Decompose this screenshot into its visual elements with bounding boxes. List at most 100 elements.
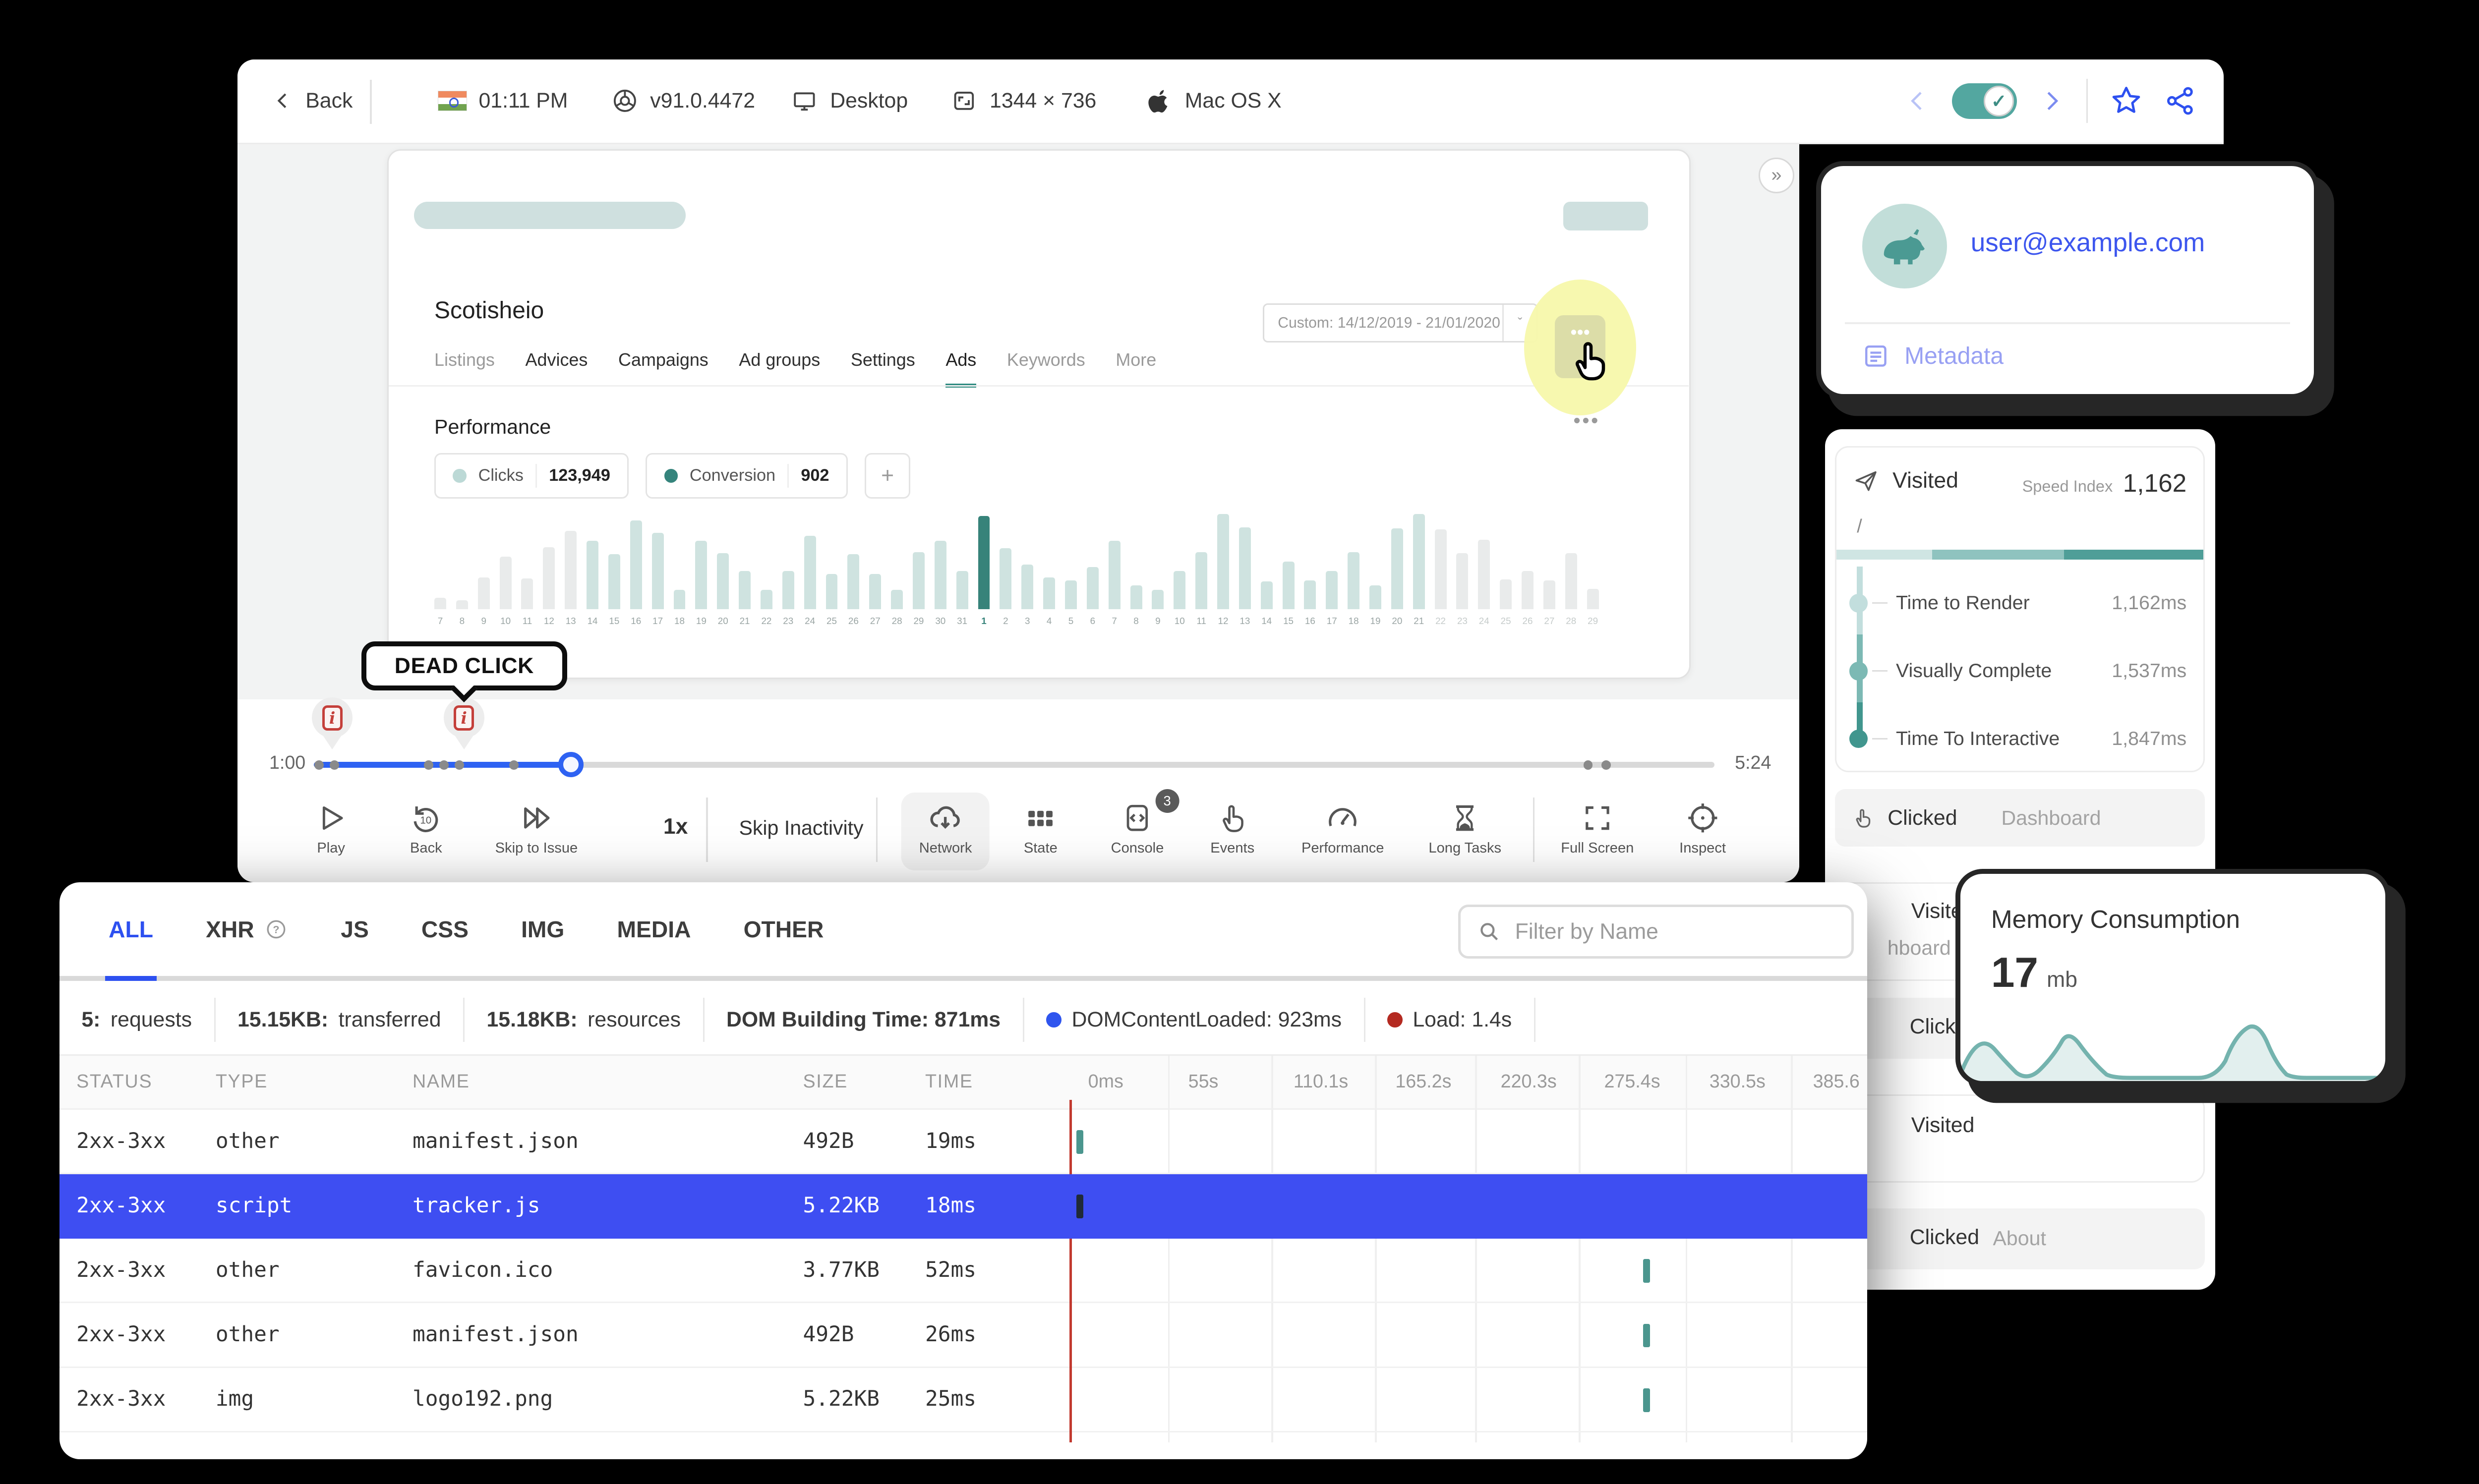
filter-field[interactable]: [1458, 904, 1854, 959]
add-metric-button[interactable]: +: [864, 453, 911, 499]
tool-full-screen-button[interactable]: Full Screen: [1561, 801, 1634, 856]
control-play-button[interactable]: Play: [315, 801, 347, 856]
timeline-track[interactable]: ii: [312, 697, 1715, 778]
network-row[interactable]: 2xx-3xx other manifest.json 492B 26ms: [59, 1303, 1868, 1368]
metric-value: 902: [801, 466, 829, 485]
network-tab-js[interactable]: JS: [337, 882, 372, 976]
control-skip-to-issue-button[interactable]: Skip to Issue: [495, 801, 578, 856]
column-header-name[interactable]: NAME: [413, 1071, 470, 1092]
issue-marker[interactable]: i: [443, 697, 484, 759]
network-row[interactable]: 2xx-3xx script tracker.js 5.22KB 18ms: [59, 1174, 1868, 1239]
timing-dot-icon: [1849, 729, 1868, 748]
tool-performance-button[interactable]: Performance: [1301, 801, 1384, 856]
chart-bar: [1021, 564, 1034, 609]
marker-balloon: i: [443, 697, 484, 739]
browser-tab-settings[interactable]: Settings: [851, 349, 915, 388]
cell-time: 52ms: [925, 1257, 976, 1283]
controls-divider: [1533, 798, 1535, 862]
autoplay-toggle[interactable]: ✓: [1952, 83, 2017, 119]
chart-label: 22: [761, 616, 772, 627]
chart-bar: [1456, 553, 1469, 609]
event-row-clicked[interactable]: Clicked Dashboard: [1835, 789, 2205, 847]
session-locale-time: 01:11 PM: [438, 59, 568, 143]
network-row[interactable]: 2xx-3xx img logo192.png 5.22KB 25ms: [59, 1368, 1868, 1432]
resize-icon: [950, 87, 978, 114]
filter-input[interactable]: [1515, 919, 1834, 944]
chart-label: 9: [481, 616, 486, 627]
network-legend-item: DOMContentLoaded: 923ms: [1024, 998, 1365, 1042]
network-tab-css[interactable]: CSS: [418, 882, 472, 976]
control-back-button[interactable]: 10 Back: [409, 801, 443, 856]
network-row[interactable]: 2xx-3xx other manifest.json 492B 19ms: [59, 1110, 1868, 1175]
chart-bar: [1282, 561, 1295, 609]
column-header-time[interactable]: TIME: [925, 1071, 973, 1092]
chart-label: 29: [1588, 616, 1598, 627]
user-email[interactable]: user@example.com: [1971, 228, 2205, 258]
event-row-clicked-about[interactable]: Clicked About: [1835, 1208, 2205, 1269]
browser-tab-more[interactable]: More: [1116, 349, 1156, 388]
speed-button[interactable]: 1x: [663, 814, 688, 839]
help-icon[interactable]: ?: [264, 917, 288, 941]
metric-chip-clicks[interactable]: Clicks 123,949: [434, 453, 629, 499]
back-button[interactable]: Back: [272, 59, 353, 143]
favorite-star-icon[interactable]: [2110, 85, 2142, 117]
network-tab-media[interactable]: MEDIA: [614, 882, 695, 976]
browser-tab-ad-groups[interactable]: Ad groups: [739, 349, 820, 388]
browser-tab-ads[interactable]: Ads: [945, 349, 977, 388]
playhead-handle[interactable]: [558, 751, 584, 778]
browser-tab-campaigns[interactable]: Campaigns: [618, 349, 708, 388]
network-stat: 5: requests: [59, 998, 216, 1042]
metric-value: 123,949: [549, 466, 610, 485]
control-label: State: [1023, 840, 1058, 856]
network-tab-all[interactable]: ALL: [105, 882, 157, 981]
cell-type: other: [215, 1257, 280, 1283]
visited-url: /: [1857, 515, 1862, 537]
tool-events-button[interactable]: Events: [1210, 801, 1254, 856]
tool-state-button[interactable]: State: [1024, 801, 1058, 856]
network-tab-other[interactable]: OTHER: [740, 882, 827, 976]
browser-tab-listings[interactable]: Listings: [434, 349, 495, 388]
network-tab-label: ALL: [109, 916, 153, 942]
chart-bar: [1174, 571, 1186, 609]
chart-bar: [1108, 540, 1121, 609]
screen-resolution: 1344 × 736: [950, 59, 1096, 143]
chrome-icon: [611, 87, 639, 114]
chart-label: 14: [1261, 616, 1272, 627]
column-header-type[interactable]: TYPE: [216, 1071, 268, 1092]
browser-tab-advices[interactable]: Advices: [526, 349, 588, 388]
event-row-visited[interactable]: Visited: [1835, 1094, 2205, 1183]
prev-session-button[interactable]: [1905, 88, 1930, 114]
section-menu-icon[interactable]: •••: [1573, 409, 1599, 432]
metric-chip-conversion[interactable]: Conversion 902: [646, 453, 848, 499]
waterfall-tick: [1643, 1323, 1650, 1348]
tool-inspect-button[interactable]: Inspect: [1679, 801, 1726, 856]
chart-bar: [1543, 580, 1555, 609]
next-session-button[interactable]: [2039, 88, 2064, 114]
controls-divider: [876, 798, 878, 862]
date-range-select[interactable]: Custom: 14/12/2019 - 21/01/2020 ˇ: [1262, 303, 1538, 343]
network-row[interactable]: 2xx-3xx other favicon.ico 3.77KB 52ms: [59, 1239, 1868, 1304]
issue-marker[interactable]: i: [312, 697, 353, 759]
collapse-panel-button[interactable]: »: [1759, 158, 1794, 194]
control-label: Skip to Issue: [495, 840, 578, 856]
skip-inactivity-button[interactable]: Skip Inactivity: [739, 816, 863, 840]
chart-label: 2: [1003, 616, 1008, 627]
metadata-button[interactable]: Metadata: [1862, 342, 2004, 370]
tool-network-button[interactable]: Network: [919, 801, 972, 856]
chart-label: 22: [1435, 616, 1446, 627]
visited-event-card[interactable]: Visited Speed Index 1,162 / Time to Rend…: [1835, 446, 2205, 772]
tool-console-button[interactable]: 3 Console: [1111, 789, 1180, 856]
date-range-value: Custom: 14/12/2019 - 21/01/2020: [1278, 314, 1500, 331]
tool-long-tasks-button[interactable]: Long Tasks: [1428, 801, 1501, 856]
timeline-event-dot: [314, 760, 324, 770]
column-header-status[interactable]: STATUS: [76, 1071, 152, 1092]
chart-label: 21: [739, 616, 750, 627]
chart-bar: [760, 590, 772, 609]
svg-text:?: ?: [273, 923, 280, 935]
network-tab-xhr[interactable]: XHR?: [202, 882, 292, 976]
chart-label: 7: [1112, 616, 1117, 627]
network-tab-img[interactable]: IMG: [518, 882, 568, 976]
column-header-size[interactable]: SIZE: [803, 1071, 848, 1092]
browser-tab-keywords[interactable]: Keywords: [1007, 349, 1085, 388]
share-icon[interactable]: [2164, 85, 2196, 117]
